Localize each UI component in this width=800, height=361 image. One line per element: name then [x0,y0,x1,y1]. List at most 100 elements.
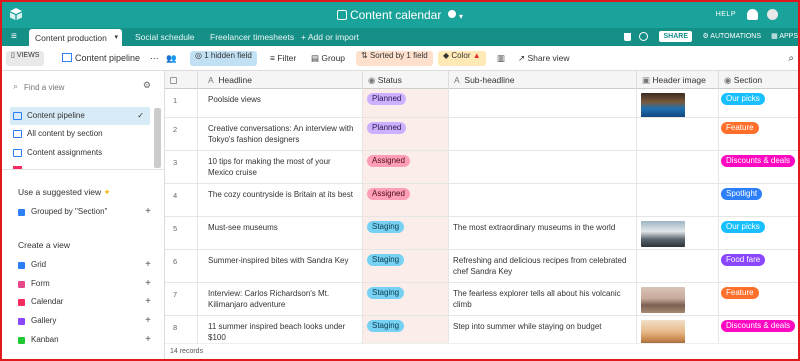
sub-headline-cell[interactable] [449,118,637,150]
group-button[interactable]: ▤ Group [311,51,345,66]
sub-headline-cell[interactable]: The fearless explorer tells all about hi… [449,283,637,315]
status-cell[interactable]: Assigned [363,151,449,183]
menu-icon[interactable]: ≡ [11,32,17,42]
create-view-gallery[interactable]: Gallery + [18,316,151,326]
column-header-header-image[interactable]: ▣ Header image [637,71,719,89]
table-row[interactable]: 2 Creative conversations: An interview wi… [165,118,798,151]
header-image-cell[interactable] [637,217,719,249]
header-image-cell[interactable] [637,250,719,282]
sub-headline-cell[interactable]: Refreshing and delicious recipes from ce… [449,250,637,282]
search-icon[interactable]: ⌕ [788,51,794,66]
header-image-cell[interactable] [637,283,719,315]
status-cell[interactable]: Staging [363,250,449,282]
automations-button[interactable]: ⚙ AUTOMATIONS [702,31,761,43]
info-icon[interactable] [447,10,456,18]
filter-button[interactable]: ≡ Filter [270,51,296,66]
table-row[interactable]: 4 The cozy countryside is Britain at its … [165,184,798,217]
color-button[interactable]: ◆ Color ▲ [438,51,486,66]
row-number-cell[interactable]: 1 [165,89,198,117]
column-header-status[interactable]: ◉ Status [363,71,449,89]
create-view-grid[interactable]: Grid + [18,260,151,270]
checkbox[interactable] [170,77,177,84]
select-all-checkbox-cell[interactable] [165,71,198,89]
more-options-icon[interactable]: ⋯ [150,51,159,66]
collaborators-icon[interactable]: 👥 [166,51,177,66]
status-cell[interactable]: Planned [363,118,449,150]
create-view-kanban[interactable]: Kanban + [18,335,151,345]
table-row[interactable]: 5 Must-see museums Staging The most extraor… [165,217,798,250]
section-cell[interactable]: Spotlight [719,184,798,216]
table-row[interactable]: 3 10 tips for making the most of your Mex… [165,151,798,184]
chevron-down-icon[interactable]: ▾ [459,12,463,21]
plus-icon[interactable]: + [145,279,151,289]
trash-icon[interactable] [624,33,631,41]
row-number-cell[interactable]: 2 [165,118,198,150]
row-number-cell[interactable]: 6 [165,250,198,282]
row-number-cell[interactable]: 5 [165,217,198,249]
sub-headline-cell[interactable] [449,89,637,117]
find-view-input[interactable] [24,80,134,94]
section-cell[interactable]: Feature [719,283,798,315]
header-image-cell[interactable] [637,118,719,150]
bell-icon[interactable] [747,9,758,20]
status-cell[interactable]: Staging [363,283,449,315]
header-image-thumbnail[interactable] [641,287,685,313]
sidebar-scrollbar[interactable] [154,108,161,168]
table-row[interactable]: 7 Interview: Carlos Richardson's Mt. Kili… [165,283,798,316]
help-link[interactable]: HELP [716,11,736,18]
header-image-cell[interactable] [637,151,719,183]
history-icon[interactable] [639,32,648,41]
section-cell[interactable]: Our picks [719,217,798,249]
apps-button[interactable]: ▦ APPS [771,31,798,43]
settings-gear-icon[interactable]: ⚙ [143,80,151,91]
header-image-thumbnail[interactable] [641,221,685,247]
status-cell[interactable]: Staging [363,217,449,249]
status-cell[interactable]: Assigned [363,184,449,216]
header-image-cell[interactable] [637,89,719,117]
create-view-calendar[interactable]: Calendar + [18,297,151,307]
headline-cell[interactable]: Summer-inspired bites with Sandra Key [198,250,363,282]
header-image-cell[interactable] [637,184,719,216]
sidebar-view-content-assignments[interactable]: Content assignments [10,144,150,162]
column-header-section[interactable]: ◉ Section [719,71,798,89]
headline-cell[interactable]: Interview: Carlos Richardson's Mt. Kilim… [198,283,363,315]
section-cell[interactable]: Our picks [719,89,798,117]
plus-icon[interactable]: + [145,297,151,307]
section-cell[interactable]: Discounts & deals [719,151,798,183]
views-toggle-button[interactable]: ▯ VIEWS [6,51,45,66]
header-image-thumbnail[interactable] [641,93,685,117]
plus-icon[interactable]: + [145,260,151,270]
sort-button[interactable]: ⇅ Sorted by 1 field [356,51,433,66]
create-view-form[interactable]: Form + [18,279,151,289]
section-cell[interactable]: Feature [719,118,798,150]
sidebar-view-content-pipeline[interactable]: Content pipeline ✓ [10,107,150,125]
tab-freelancer-timesheets[interactable]: Freelancer timesheets [204,28,300,46]
avatar[interactable] [767,9,778,20]
row-height-icon[interactable]: ▥ [497,51,505,66]
headline-cell[interactable]: Poolside views [198,89,363,117]
share-button[interactable]: SHARE [659,31,692,42]
plus-icon[interactable]: + [145,316,151,326]
sidebar-view-all-content-by-section[interactable]: All content by section [10,125,150,143]
row-number-cell[interactable]: 7 [165,283,198,315]
headline-cell[interactable]: Must-see museums [198,217,363,249]
tab-social-schedule[interactable]: Social schedule [129,28,201,46]
headline-cell[interactable]: 10 tips for making the most of your Mexi… [198,151,363,183]
plus-icon[interactable]: + [145,207,151,217]
column-header-sub-headline[interactable]: A Sub-headline [449,71,637,89]
base-title[interactable]: Content calendar ▾ [2,8,798,24]
table-row[interactable]: 6 Summer-inspired bites with Sandra Key St… [165,250,798,283]
add-or-import-button[interactable]: + Add or import [295,28,365,46]
table-row[interactable]: 1 Poolside views Planned Our picks [165,89,798,118]
column-header-headline[interactable]: A Headline [198,71,363,89]
suggested-view-grouped-by-section[interactable]: Grouped by "Section" + [18,207,151,217]
sub-headline-cell[interactable]: The most extraordinary museums in the wo… [449,217,637,249]
plus-icon[interactable]: + [145,335,151,345]
headline-cell[interactable]: The cozy countryside is Britain at its b… [198,184,363,216]
sub-headline-cell[interactable] [449,151,637,183]
headline-cell[interactable]: Creative conversations: An interview wit… [198,118,363,150]
tab-content-production[interactable]: Content production ▾ [29,29,122,46]
chevron-down-icon[interactable]: ▾ [114,29,118,47]
hidden-fields-button[interactable]: ◎ 1 hidden field [190,51,257,66]
section-cell[interactable]: Food fare [719,250,798,282]
